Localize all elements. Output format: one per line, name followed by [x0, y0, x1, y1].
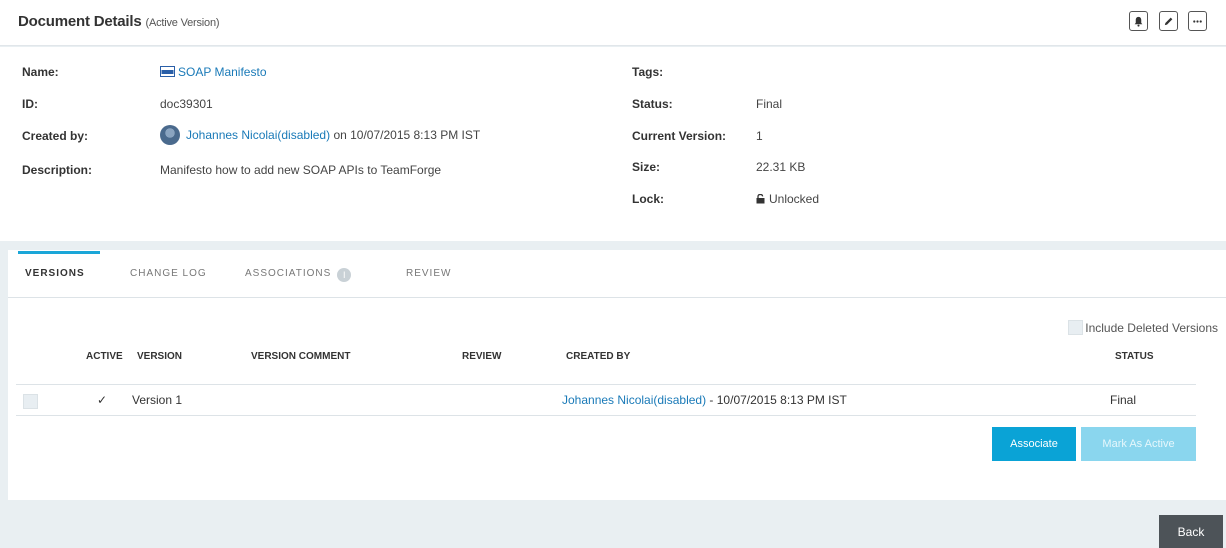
tab-versions[interactable]: VERSIONS	[25, 268, 85, 279]
tab-change-log[interactable]: CHANGE LOG	[130, 268, 207, 279]
column-header-created-by: CREATED BY	[566, 351, 631, 362]
ellipsis-icon	[1193, 19, 1202, 23]
include-deleted-toggle[interactable]: Include Deleted Versions	[1068, 320, 1218, 335]
created-by-value: Johannes Nicolai(disabled) on 10/07/2015…	[160, 125, 480, 145]
tab-review[interactable]: REVIEW	[406, 268, 451, 279]
version-link[interactable]: Version 1	[132, 393, 182, 407]
status-label: Status:	[632, 97, 673, 111]
versions-panel: VERSIONS CHANGE LOG ASSOCIATIONS i REVIEW…	[8, 250, 1226, 500]
bell-icon	[1134, 16, 1143, 27]
monitor-button[interactable]	[1129, 11, 1148, 31]
associate-button[interactable]: Associate	[992, 427, 1076, 461]
pencil-icon	[1164, 17, 1173, 25]
id-label: ID:	[22, 97, 38, 111]
name-label: Name:	[22, 65, 59, 79]
tab-associations[interactable]: ASSOCIATIONS i	[245, 268, 352, 282]
unlock-icon	[756, 194, 765, 204]
page-title-text: Document Details	[18, 13, 142, 30]
active-check-icon: ✓	[97, 393, 108, 407]
status-value: Final	[756, 97, 783, 111]
description-value: Manifesto how to add new SOAP APIs to Te…	[160, 163, 442, 177]
created-by-date: on 10/07/2015 8:13 PM IST	[333, 128, 481, 142]
lock-label: Lock:	[632, 192, 665, 206]
row-created-by-date: - 10/07/2015 8:13 PM IST	[706, 393, 847, 407]
info-icon: i	[337, 268, 352, 282]
column-header-version-comment: VERSION COMMENT	[251, 351, 351, 362]
size-label: Size:	[632, 160, 661, 174]
size-value: 22.31 KB	[756, 160, 806, 174]
tab-associations-label: ASSOCIATIONS	[245, 268, 332, 279]
tab-bar: VERSIONS CHANGE LOG ASSOCIATIONS i REVIEW	[8, 250, 1226, 298]
edit-button[interactable]	[1159, 11, 1178, 31]
description-label: Description:	[22, 163, 93, 177]
include-deleted-checkbox[interactable]	[1068, 320, 1084, 335]
column-header-status: STATUS	[1115, 351, 1154, 362]
page-header: Document Details (Active Version)	[0, 0, 1226, 46]
current-version-value: 1	[756, 129, 763, 143]
name-value: SOAP Manifesto	[160, 65, 267, 79]
document-icon	[160, 66, 175, 77]
id-value: doc39301	[160, 97, 213, 111]
page-title: Document Details (Active Version)	[18, 13, 220, 30]
include-deleted-label: Include Deleted Versions	[1085, 320, 1218, 335]
column-header-active: ACTIVE	[86, 351, 123, 362]
document-name-link[interactable]: SOAP Manifesto	[178, 65, 267, 79]
created-by-cell: Johannes Nicolai(disabled) - 10/07/2015 …	[562, 393, 847, 407]
lock-status-text: Unlocked	[769, 192, 820, 206]
row-created-by-user-link[interactable]: Johannes Nicolai(disabled)	[562, 393, 706, 407]
table-row-divider	[16, 415, 1196, 416]
created-by-label: Created by:	[22, 129, 89, 143]
lock-value: Unlocked	[756, 192, 819, 206]
document-details: Name: SOAP Manifesto ID: doc39301 Create…	[0, 47, 1226, 241]
status-cell: Final	[1110, 393, 1137, 407]
row-select-checkbox[interactable]	[23, 394, 38, 409]
avatar	[160, 125, 180, 145]
column-header-version: VERSION	[137, 351, 183, 362]
table-header-divider	[16, 384, 1196, 385]
back-button[interactable]: Back	[1159, 515, 1223, 548]
active-tab-indicator	[18, 251, 100, 254]
mark-as-active-button[interactable]: Mark As Active	[1081, 427, 1196, 461]
column-header-review: REVIEW	[462, 351, 502, 362]
created-by-user-link[interactable]: Johannes Nicolai(disabled)	[186, 128, 330, 142]
current-version-label: Current Version:	[632, 129, 727, 143]
more-actions-button[interactable]	[1188, 11, 1207, 31]
page-subtitle: (Active Version)	[145, 17, 220, 29]
tags-label: Tags:	[632, 65, 664, 79]
